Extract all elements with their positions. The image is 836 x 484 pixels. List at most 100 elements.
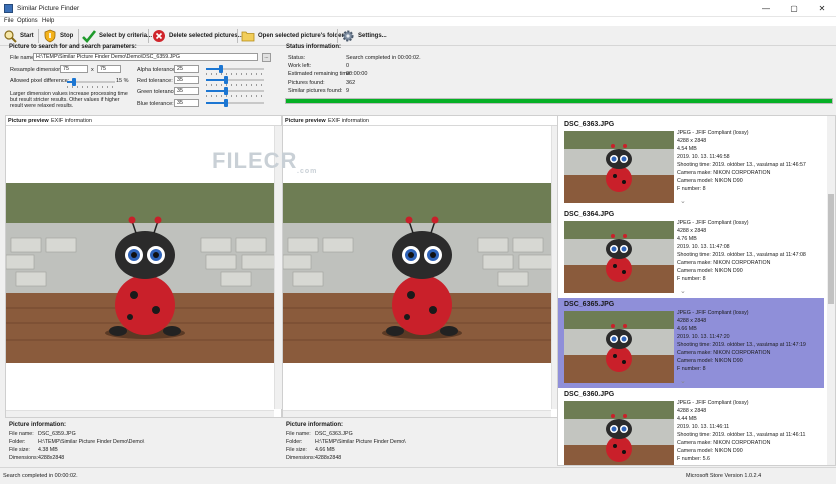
chevron-down-icon[interactable]: ⌄ [680, 197, 686, 205]
right-preview-panel: Picture preview EXIF information [282, 115, 559, 418]
alpha-tolerance-thumb[interactable] [218, 65, 223, 73]
ladybug-thumbnail [564, 401, 674, 465]
file-name-field[interactable]: H:\TEMP\Similar Picture Finder Demo\Demo… [33, 53, 258, 61]
parameter-note: Larger dimension values increase process… [10, 91, 128, 110]
title-bar: Similar Picture Finder — ▢ ✕ [0, 0, 836, 17]
delete-selected-label: Delete selected pictures... [169, 33, 243, 39]
tab-exif-information[interactable]: EXIF information [51, 118, 92, 124]
left-horizontal-scrollbar[interactable] [6, 410, 274, 417]
settings-label: Settings... [358, 33, 387, 39]
toolbar-divider [38, 29, 39, 43]
status-bar: Search completed in 00:00:02. Microsoft … [0, 467, 836, 484]
chevron-down-icon[interactable]: ⌄ [680, 287, 686, 295]
right-info-folder-label: Folder: [286, 439, 303, 445]
filecr-watermark-logo: FILECR .com [212, 148, 316, 175]
result-camera-model: Camera model: NIKON D90 [677, 448, 743, 454]
watermark-text: FILECR [212, 148, 298, 173]
resample-height-field[interactable]: 75 [97, 65, 121, 73]
red-tolerance-field[interactable]: 35 [174, 76, 199, 84]
allowed-diff-slider-thumb[interactable] [72, 78, 77, 86]
right-info-dimensions-value: 4288x2848 [315, 455, 342, 461]
resample-width-field[interactable]: 75 [60, 65, 88, 73]
red-tolerance-thumb[interactable] [224, 76, 229, 84]
result-item-selected[interactable]: DSC_6365.JPG JPEG - JFIF Compliant (loss… [558, 298, 824, 388]
result-f-number: F number: 5.6 [677, 456, 710, 462]
menu-options[interactable]: Options [17, 18, 38, 24]
results-scrollbar[interactable] [827, 116, 835, 465]
blue-tolerance-field[interactable]: 35 [174, 99, 199, 107]
allowed-diff-ticks [67, 86, 115, 88]
left-info-title: Picture information: [9, 422, 67, 428]
green-tolerance-ticks [206, 95, 264, 97]
green-tolerance-thumb[interactable] [224, 87, 229, 95]
status-value: Search completed in 00:00:02. [346, 55, 421, 61]
right-info-filename-value: DSC_6363.JPG [315, 431, 353, 437]
remaining-time-label: Estimated remaining time: [288, 71, 352, 77]
green-tolerance-field[interactable]: 35 [174, 87, 199, 95]
result-filename: DSC_6360.JPG [564, 391, 615, 398]
result-item[interactable]: DSC_6363.JPG JPEG - JFIF Compliant (loss… [558, 118, 824, 208]
start-label: Start [20, 33, 34, 39]
status-title: Status information: [286, 44, 341, 50]
blue-tolerance-label: Blue tolerance: [137, 101, 174, 107]
alpha-tolerance-ticks [206, 73, 264, 75]
left-info-filename-value: DSC_6359.JPG [38, 431, 76, 437]
close-button[interactable]: ✕ [808, 0, 836, 17]
left-picture-info: Picture information: File name: DSC_6359… [5, 420, 282, 465]
left-info-filename-label: File name: [9, 431, 34, 437]
right-preview-image [283, 183, 558, 363]
result-format: JPEG - JFIF Compliant (lossy) [677, 220, 749, 226]
stop-button[interactable]: Stop [43, 28, 73, 44]
result-shooting-time: Shooting time: 2019. október 13., vasárn… [677, 162, 806, 168]
tab-picture-preview[interactable]: Picture preview [8, 118, 49, 124]
stop-label: Stop [60, 33, 74, 39]
toolbar-divider [148, 29, 149, 43]
result-thumbnail [564, 401, 674, 465]
search-params-title: Picture to search for and search paramet… [9, 44, 137, 50]
start-button[interactable]: Start [3, 28, 34, 44]
results-scrollbar-thumb[interactable] [828, 194, 834, 304]
left-info-dimensions-label: Dimensions: [9, 455, 39, 461]
remaining-time-value: 00:00:00 [346, 71, 368, 77]
blue-tolerance-fill [206, 102, 227, 104]
blue-tolerance-thumb[interactable] [224, 99, 229, 107]
open-folder-button[interactable]: Open selected picture's folder [241, 28, 344, 44]
result-camera-model: Camera model: NIKON D90 [677, 358, 743, 364]
progress-fill [286, 99, 832, 103]
menu-file[interactable]: File [4, 18, 14, 24]
settings-button[interactable]: Settings... [341, 28, 387, 44]
result-size: 4.66 MB [677, 326, 697, 332]
tab-picture-preview[interactable]: Picture preview [285, 118, 326, 124]
minimize-button[interactable]: — [752, 0, 780, 17]
tab-exif-information[interactable]: EXIF information [328, 118, 369, 124]
left-info-folder-value: H:\TEMP\Similar Picture Finder Demo\Demo… [38, 439, 145, 445]
ladybug-photo [283, 183, 558, 363]
browse-button[interactable]: ... [262, 53, 271, 62]
chevron-down-icon[interactable]: ⌄ [680, 377, 686, 385]
menu-help[interactable]: Help [42, 18, 54, 24]
left-preview-image [6, 183, 281, 363]
left-tabs: Picture preview EXIF information [6, 116, 281, 126]
right-horizontal-scrollbar[interactable] [283, 410, 551, 417]
window-title: Similar Picture Finder [17, 5, 80, 12]
alpha-tolerance-field[interactable]: 25 [174, 65, 199, 73]
ladybug-thumbnail [564, 221, 674, 293]
allowed-diff-value: 15 % [116, 78, 129, 84]
delete-selected-button[interactable]: Delete selected pictures... [152, 28, 243, 44]
maximize-button[interactable]: ▢ [780, 0, 808, 17]
status-label: Status: [288, 55, 306, 61]
green-tolerance-fill [206, 90, 227, 92]
result-f-number: F number: 8 [677, 186, 706, 192]
result-camera-model: Camera model: NIKON D90 [677, 178, 743, 184]
result-item[interactable]: DSC_6360.JPG JPEG - JFIF Compliant (loss… [558, 388, 824, 465]
red-tolerance-fill [206, 79, 227, 81]
search-progress-bar [285, 98, 833, 104]
result-item[interactable]: DSC_6364.JPG JPEG - JFIF Compliant (loss… [558, 208, 824, 298]
work-left-label: Work left: [288, 63, 312, 69]
similar-found-label: Similar pictures found: [288, 88, 343, 94]
toolbar-divider [237, 29, 238, 43]
red-tolerance-ticks [206, 84, 264, 86]
search-icon [4, 30, 17, 43]
select-by-criteria-button[interactable]: Select by criteria... [82, 28, 152, 44]
ladybug-thumbnail [564, 311, 674, 383]
